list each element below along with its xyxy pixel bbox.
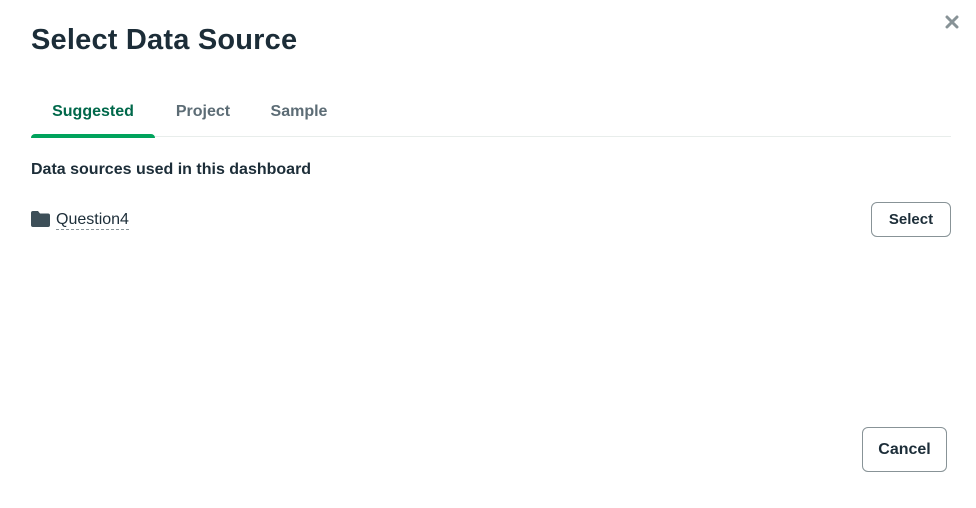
tab-bar: Suggested Project Sample: [31, 96, 951, 138]
folder-icon: [31, 211, 50, 227]
data-source-name[interactable]: Question4: [56, 210, 129, 230]
tab-suggested[interactable]: Suggested: [31, 96, 155, 138]
section-heading: Data sources used in this dashboard: [31, 161, 312, 178]
close-icon: [945, 15, 959, 29]
tab-sample[interactable]: Sample: [261, 96, 337, 137]
select-button[interactable]: Select: [871, 202, 951, 237]
select-data-source-modal: Select Data Source Suggested Project Sam…: [0, 0, 976, 508]
tab-project[interactable]: Project: [165, 96, 241, 137]
modal-title: Select Data Source: [31, 24, 298, 56]
data-source-row: Question4 Select: [31, 200, 951, 240]
close-button[interactable]: [942, 12, 962, 32]
cancel-button[interactable]: Cancel: [862, 427, 947, 472]
